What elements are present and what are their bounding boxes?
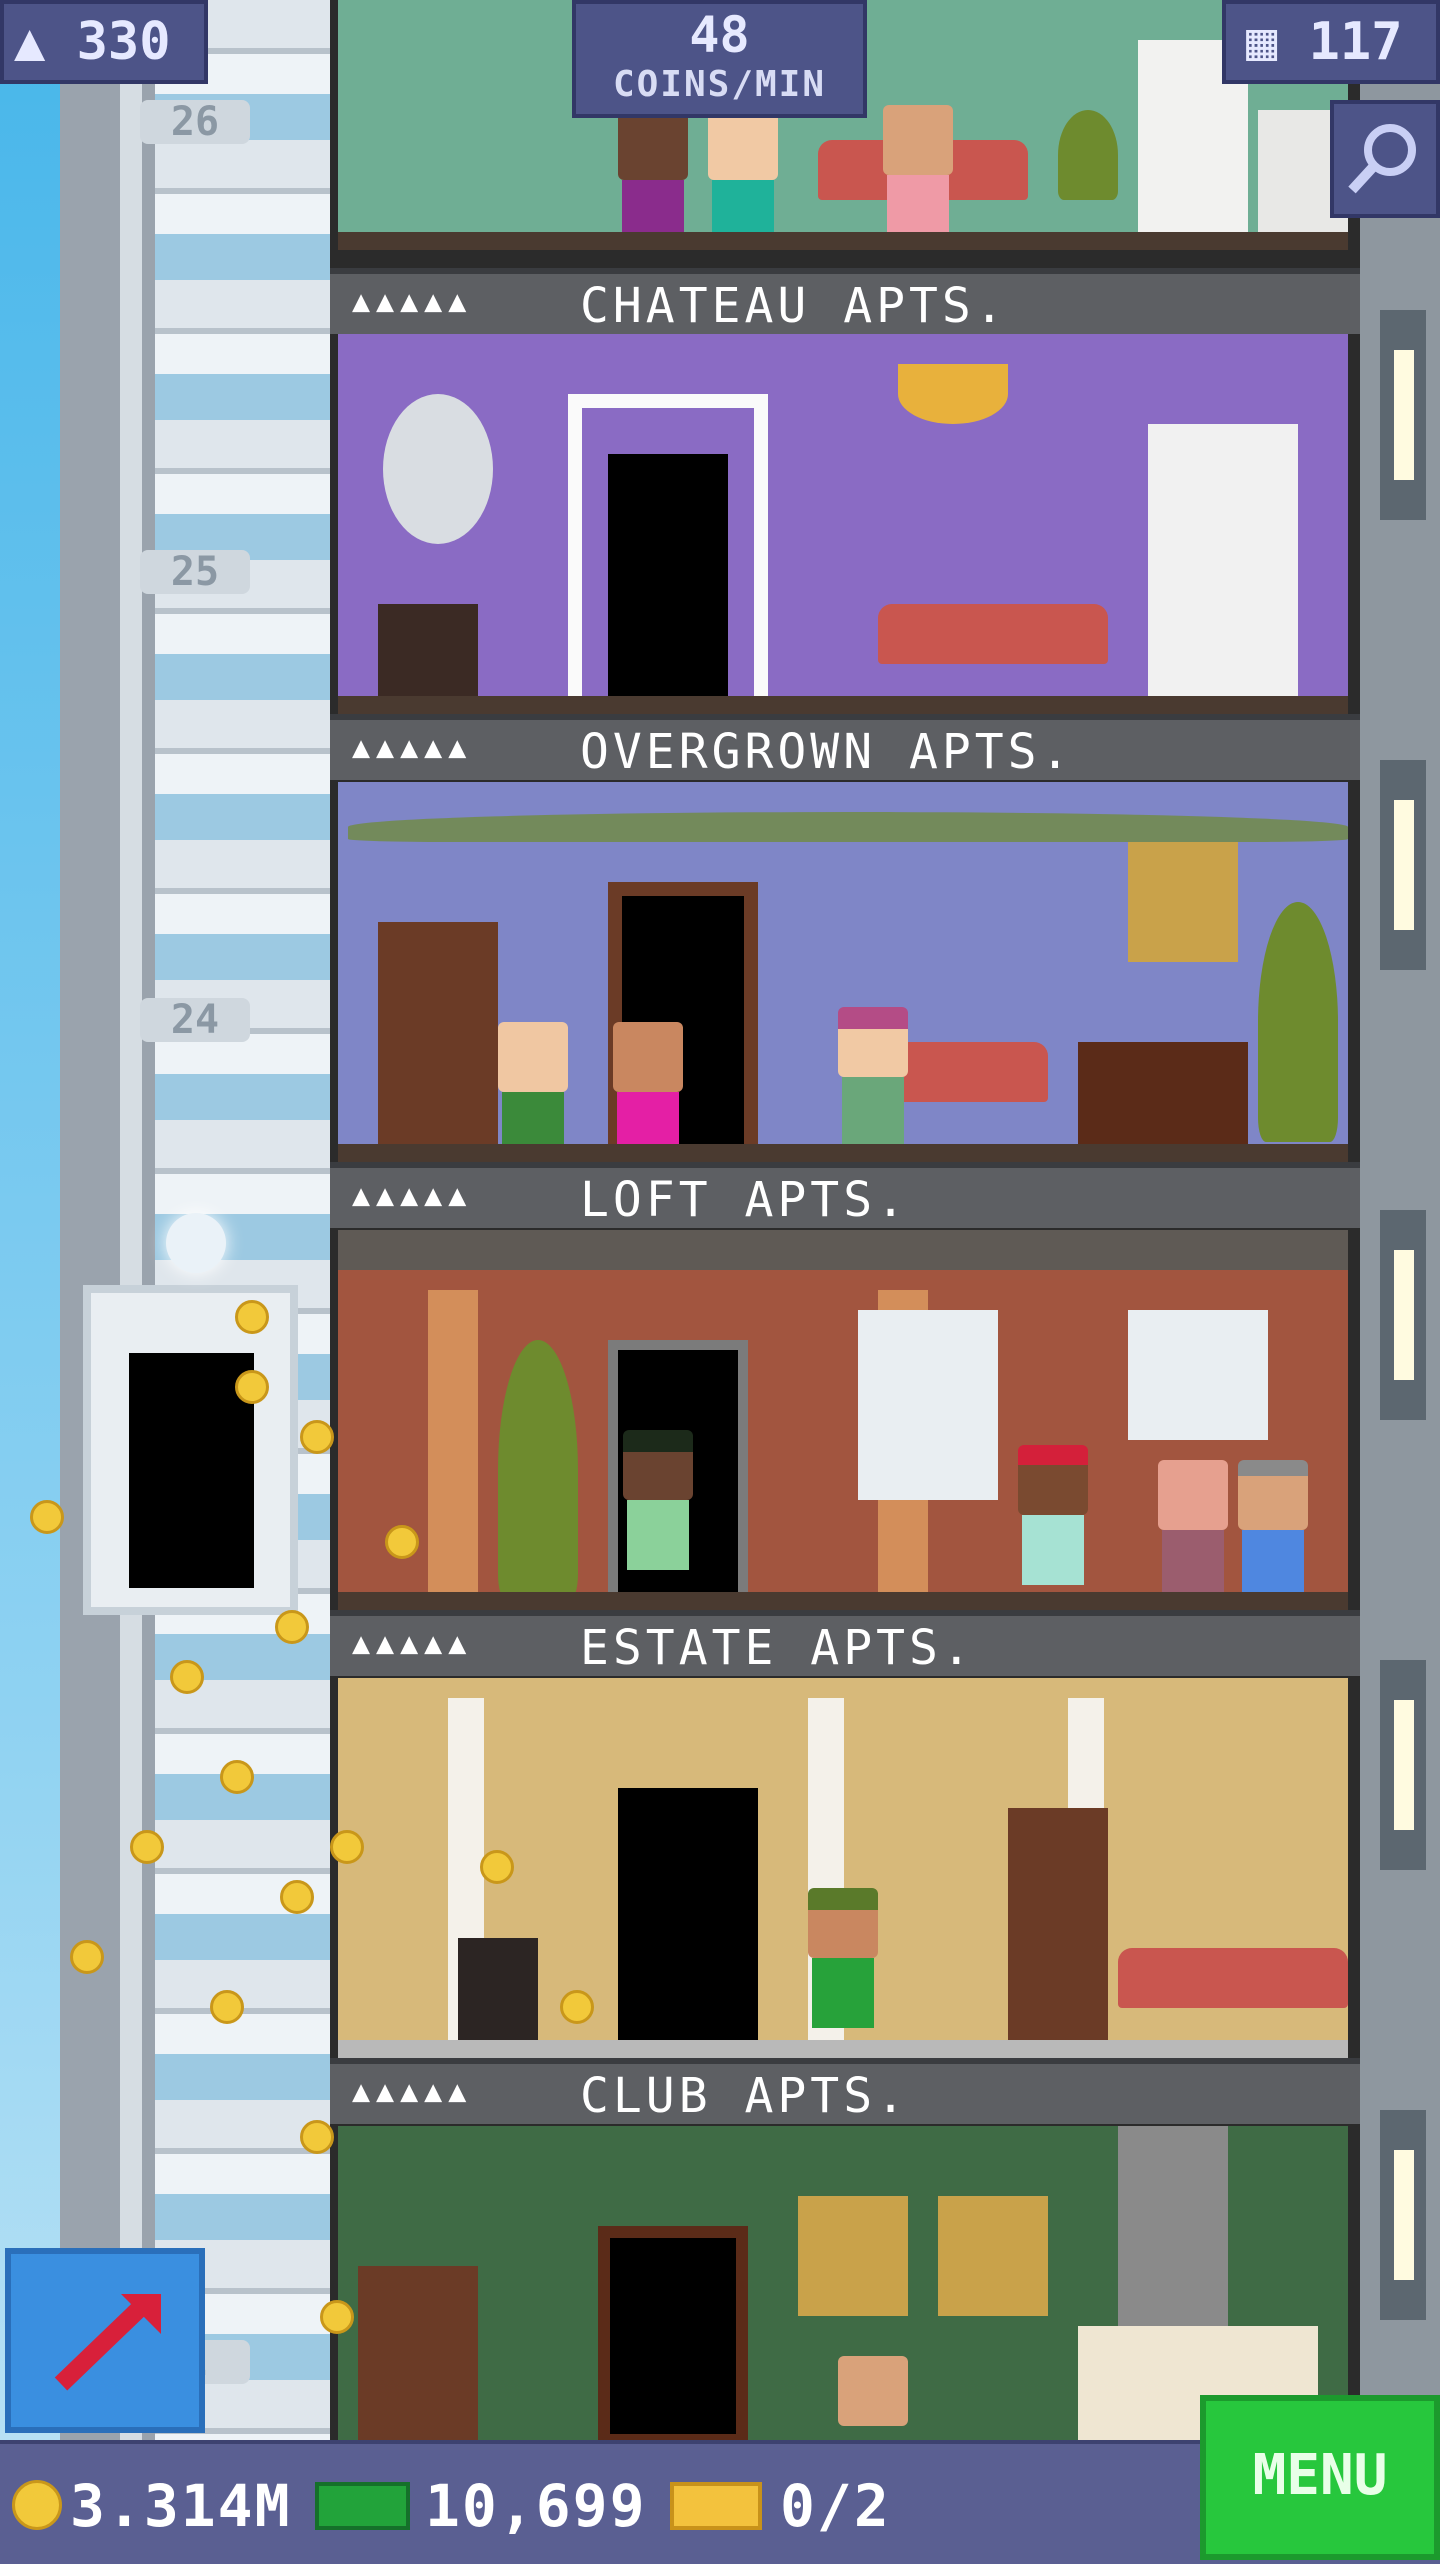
floor-number-label: 26 — [140, 100, 250, 144]
population-icon: ▲ — [14, 12, 46, 72]
population-counter[interactable]: ▲ 330 — [0, 0, 208, 84]
arrow-up-right-icon — [54, 2294, 161, 2391]
floor-overgrown[interactable]: ▲▲▲▲▲ LOFT APTS. — [330, 782, 1360, 1230]
floor-number-label: 24 — [140, 998, 250, 1042]
floor-name: ESTATE APTS. — [580, 1620, 975, 1676]
floors-icon: ▦ — [1246, 12, 1278, 72]
elevator-light — [166, 1213, 226, 1273]
coins-per-minute-display: 48 COINS/MIN — [572, 0, 867, 118]
floor-header: ▲▲▲▲▲ CHATEAU APTS. — [330, 268, 1360, 334]
bux-icon — [315, 2482, 410, 2530]
coin-icon — [12, 2480, 62, 2530]
sky-background — [0, 0, 60, 2440]
floor-header: ▲▲▲▲▲ ESTATE APTS. — [330, 1610, 1360, 1676]
floor-number-label: 25 — [140, 550, 250, 594]
floor-estate[interactable]: ▲▲▲▲▲ CLUB APTS. — [330, 1678, 1360, 2126]
coins-value: 3.314M — [70, 2472, 292, 2540]
floor-loft[interactable]: ▲▲▲▲▲ ESTATE APTS. — [330, 1230, 1360, 1678]
floor-header: ▲▲▲▲▲ OVERGROWN APTS. — [330, 714, 1360, 780]
building-facade — [1360, 0, 1440, 2440]
floors-counter[interactable]: ▦ 117 — [1222, 0, 1440, 84]
elevator-car[interactable] — [83, 1213, 298, 1615]
coins-per-minute-label: COINS/MIN — [612, 64, 827, 105]
floors-value: 117 — [1308, 12, 1403, 72]
floor-name: LOFT APTS. — [580, 1172, 909, 1228]
floor-header: ▲▲▲▲▲ LOFT APTS. — [330, 1162, 1360, 1228]
capacity-icons: ▲▲▲▲▲ — [352, 1626, 473, 1661]
floor-club[interactable] — [330, 2126, 1360, 2440]
capacity-icons: ▲▲▲▲▲ — [352, 284, 473, 319]
population-value: 330 — [76, 12, 171, 72]
floor-name: OVERGROWN APTS. — [580, 724, 1074, 780]
tower-floors: ▲▲▲▲▲ CHATEAU APTS. ▲▲▲▲▲ OVERGROWN APTS… — [30, 0, 1360, 2440]
build-button[interactable] — [5, 2248, 205, 2433]
floor-name: CLUB APTS. — [580, 2068, 909, 2124]
capacity-icons: ▲▲▲▲▲ — [352, 2074, 473, 2109]
ticket-icon — [670, 2482, 762, 2530]
capacity-icons: ▲▲▲▲▲ — [352, 1178, 473, 1213]
coins-per-minute-value: 48 — [689, 6, 750, 64]
floor-header: ▲▲▲▲▲ CLUB APTS. — [330, 2058, 1360, 2124]
capacity-icons: ▲▲▲▲▲ — [352, 730, 473, 765]
search-button[interactable] — [1330, 100, 1440, 218]
shaft-wall — [120, 0, 142, 2440]
bux-value: 10,699 — [425, 2472, 647, 2540]
tickets-value: 0/2 — [780, 2472, 891, 2540]
menu-button[interactable]: MENU — [1200, 2395, 1440, 2560]
floor-chateau[interactable]: ▲▲▲▲▲ OVERGROWN APTS. — [330, 334, 1360, 782]
magnifier-icon — [1348, 124, 1416, 194]
floor-name: CHATEAU APTS. — [580, 278, 1008, 334]
